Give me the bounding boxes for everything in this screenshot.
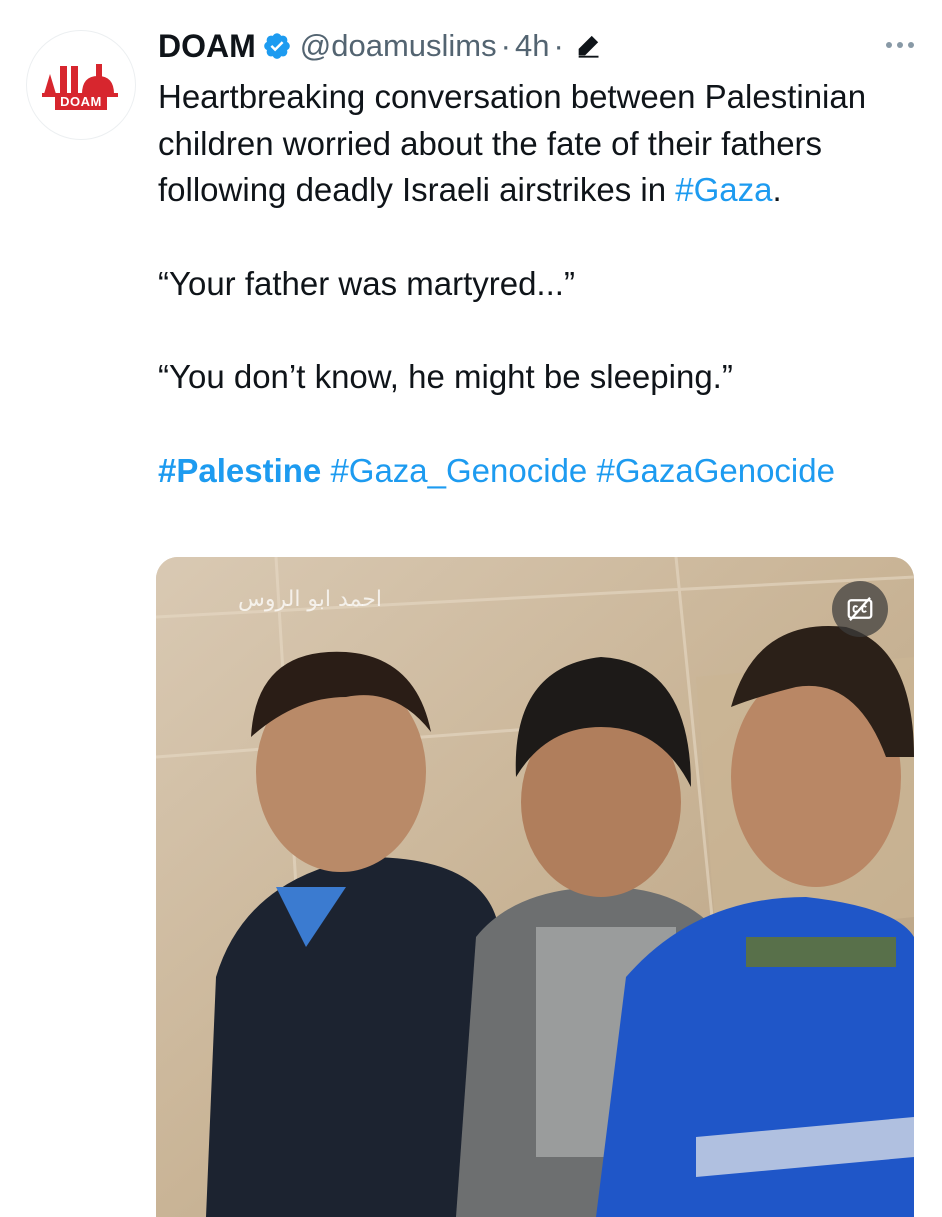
doam-logo-icon xyxy=(42,64,118,97)
hashtag-link[interactable]: #GazaGenocide xyxy=(596,452,835,489)
tweet-quote: “Your father was martyred...” xyxy=(158,264,575,302)
display-name[interactable]: DOAM xyxy=(158,28,256,65)
more-horizontal-icon xyxy=(886,42,892,48)
closed-captions-button[interactable] xyxy=(832,581,888,637)
video-watermark: احمد ابو الروس xyxy=(238,587,382,612)
hashtag-link[interactable]: #Gaza_Genocide xyxy=(330,452,587,489)
avatar[interactable]: DOAM xyxy=(26,30,136,140)
tweet[interactable]: DOAM DOAM @doamuslims · 4h · Heartbreaki… xyxy=(0,0,942,1217)
verified-badge-icon xyxy=(263,33,290,59)
separator-dot: · xyxy=(500,28,511,63)
tweet-text: Heartbreaking conversation between Pales… xyxy=(158,74,918,494)
video-player[interactable]: احمد ابو الروس xyxy=(156,557,914,1217)
tweet-header: DOAM @doamuslims · 4h · xyxy=(158,26,602,66)
hashtag-line: #Palestine #Gaza_Genocide #GazaGenocide xyxy=(158,448,918,495)
pencil-icon[interactable] xyxy=(574,32,602,60)
avatar-logo-text: DOAM xyxy=(55,94,107,110)
closed-captions-off-icon xyxy=(847,597,873,621)
hashtag-link[interactable]: #Gaza xyxy=(675,171,772,208)
tweet-quote: “You don’t know, he might be sleeping.” xyxy=(158,358,733,395)
tweet-intro: Heartbreaking conversation between Pales… xyxy=(158,78,867,208)
video-frame xyxy=(156,557,914,1217)
author-handle[interactable]: @doamuslims xyxy=(300,28,497,64)
timestamp[interactable]: 4h xyxy=(515,28,549,64)
separator-dot: · xyxy=(553,28,564,63)
hashtag-link[interactable]: #Palestine xyxy=(158,452,321,489)
more-options-button[interactable] xyxy=(886,30,914,60)
